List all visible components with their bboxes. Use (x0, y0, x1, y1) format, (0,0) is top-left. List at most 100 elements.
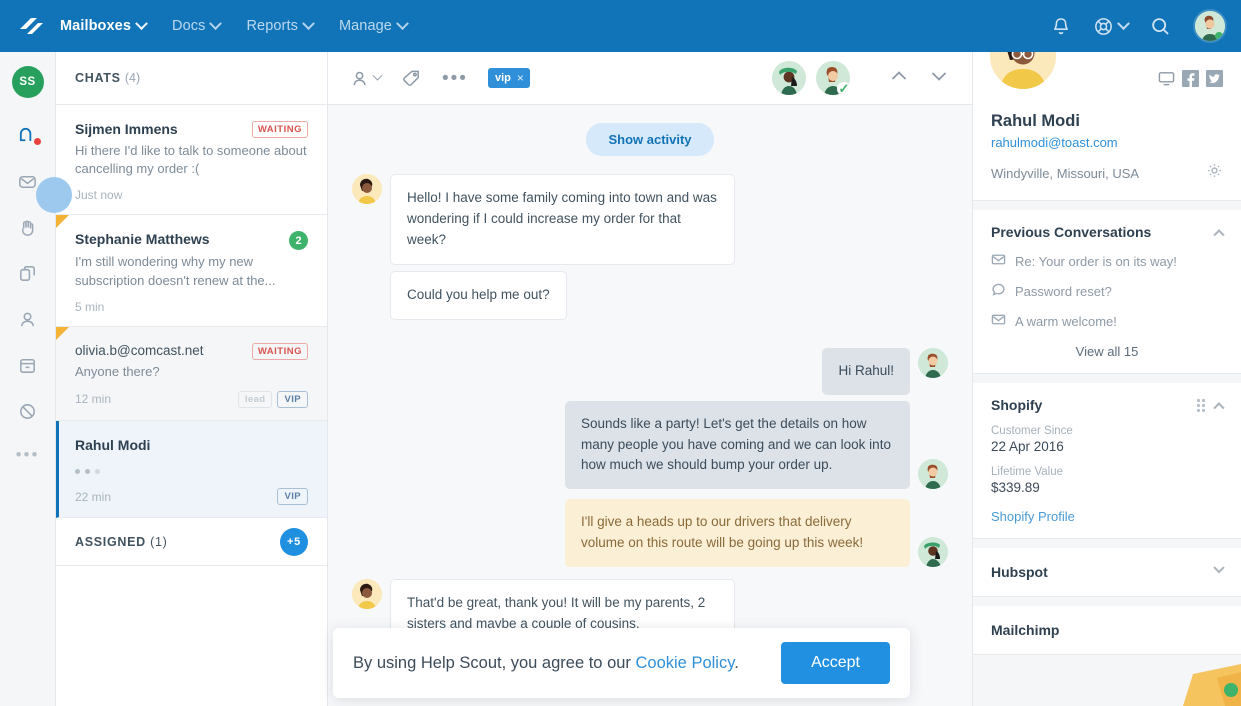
assignee-avatars: ✓ (772, 61, 850, 95)
tag-vip[interactable]: VIP (277, 390, 308, 408)
app-body: SS ••• CHATS (4) Sijmen Immens WAITING H… (0, 52, 1241, 706)
previous-conversations-header[interactable]: Previous Conversations (991, 224, 1225, 241)
list-item-top-row: olivia.b@comcast.net WAITING (75, 342, 308, 360)
previous-conversation-item[interactable]: Re: Your order is on its way! (991, 252, 1223, 270)
search-icon[interactable] (1150, 16, 1171, 37)
message-row: Sounds like a party! Let's get the detai… (352, 400, 948, 490)
top-navigation-bar: Mailboxes Docs Reports Manage (0, 0, 1241, 52)
conversation-list: CHATS (4) Sijmen Immens WAITING Hi there… (56, 52, 328, 706)
list-item[interactable]: olivia.b@comcast.net WAITING Anyone ther… (56, 326, 327, 421)
field-value: 22 Apr 2016 (991, 439, 1064, 454)
list-item-name: olivia.b@comcast.net (75, 342, 204, 358)
mine-hand-icon[interactable] (11, 212, 45, 242)
list-item-name: Rahul Modi (75, 436, 151, 453)
page-title: Rahul Modi (991, 112, 1080, 130)
field-label: Customer Since (991, 425, 1073, 437)
list-item-bottom-row: 5 min (75, 300, 308, 314)
conversation-nav (888, 65, 950, 92)
chevron-down-icon (209, 16, 223, 30)
app-root: Mailboxes Docs Reports Manage SS ••• CHA… (0, 0, 1241, 706)
customer-email-link[interactable]: rahulmodi@toast.com (991, 135, 1223, 150)
tag-vip[interactable]: VIP (277, 488, 308, 506)
agent-avatar-1[interactable] (772, 61, 806, 95)
assign-person-icon[interactable] (350, 68, 383, 89)
list-item-active[interactable]: Rahul Modi 22 min VIP (56, 420, 327, 519)
facebook-icon[interactable] (1182, 70, 1199, 92)
message-bubble: Hello! I have some family coming into to… (390, 174, 735, 265)
typing-indicator (75, 463, 308, 479)
nav-item-mailboxes[interactable]: Mailboxes (60, 16, 148, 34)
close-icon[interactable]: × (517, 71, 524, 85)
helpscout-logo-icon[interactable] (10, 15, 52, 37)
chevron-down-icon[interactable] (1213, 562, 1225, 574)
drafts-copy-icon[interactable] (11, 258, 45, 288)
lifebuoy-icon[interactable] (1093, 16, 1130, 37)
mailchimp-header[interactable]: Mailchimp (991, 622, 1223, 638)
tag-chip-vip[interactable]: vip × (487, 68, 530, 88)
overflow-count-badge[interactable]: +5 (280, 527, 308, 556)
chat-monitor-icon[interactable] (1158, 70, 1175, 92)
accept-button[interactable]: Accept (781, 642, 890, 684)
more-options-icon[interactable]: ••• (16, 446, 40, 463)
hubspot-header[interactable]: Hubspot (991, 562, 1225, 580)
message-thread: Show activity Hello! I have some family … (328, 105, 972, 706)
shopify-header[interactable]: Shopify (991, 397, 1225, 414)
workspace-avatar[interactable]: SS (11, 66, 44, 98)
customer-avatar (352, 579, 382, 610)
message-row: Hello! I have some family coming into to… (352, 174, 948, 265)
view-all-link[interactable]: View all 15 (991, 344, 1223, 359)
chevron-down-icon (1117, 16, 1130, 30)
tag-icon[interactable] (401, 68, 422, 89)
conversation-toolbar: ••• vip × ✓ (328, 52, 972, 105)
chats-icon[interactable] (11, 120, 45, 150)
shopify-profile-link[interactable]: Shopify Profile (991, 509, 1223, 524)
section-title: Hubspot (991, 564, 1048, 580)
closed-archive-icon[interactable] (11, 350, 45, 380)
flag-corner-marker (56, 326, 69, 340)
list-item-time: Just now (75, 188, 123, 203)
drag-handle-icon[interactable] (1197, 398, 1205, 412)
mailchimp-section: Mailchimp (973, 606, 1241, 655)
nav-item-docs[interactable]: Docs (172, 16, 223, 34)
chevron-up-icon[interactable] (1213, 402, 1225, 414)
twitter-icon[interactable] (1206, 70, 1223, 92)
agent-avatar-2 (918, 459, 948, 490)
list-item[interactable]: Sijmen Immens WAITING Hi there I'd like … (56, 105, 327, 216)
nav-item-reports[interactable]: Reports (246, 16, 315, 34)
previous-conversation-label: Password reset? (1015, 283, 1112, 299)
conversation-panel: ••• vip × ✓ Show activity Hello! I have … (328, 52, 972, 706)
user-avatar[interactable] (1193, 9, 1227, 43)
previous-conversation-item[interactable]: Password reset? (991, 282, 1223, 300)
note-bubble: I'll give a heads up to our drivers that… (565, 499, 910, 568)
floating-chat-bubble[interactable] (36, 177, 72, 213)
agent-avatar-2[interactable]: ✓ (816, 61, 850, 95)
chevron-up-icon[interactable] (1213, 229, 1225, 241)
nav-item-manage[interactable]: Manage (339, 16, 409, 34)
cookie-policy-link[interactable]: Cookie Policy (636, 654, 735, 672)
customer-avatar (352, 174, 382, 204)
spam-blocked-icon[interactable] (11, 396, 45, 426)
shopify-section: Shopify Customer Since 22 Apr 2016 Lifet… (973, 383, 1241, 539)
tag-lead[interactable]: lead (237, 390, 273, 408)
more-actions-icon[interactable]: ••• (442, 69, 468, 88)
assigned-section-header[interactable]: ASSIGNED (1) +5 (56, 518, 327, 567)
previous-conversation-item[interactable]: A warm welcome! (991, 312, 1223, 330)
chats-count: (4) (124, 71, 141, 85)
cookie-text-after: . (734, 653, 739, 672)
bell-icon[interactable] (1051, 16, 1071, 37)
assigned-person-icon[interactable] (11, 304, 45, 334)
hubspot-section: Hubspot (973, 548, 1241, 597)
customer-location: Windyville, Missouri, USA (991, 165, 1140, 181)
list-item-name: Sijmen Immens (75, 121, 178, 137)
decorative-illustration (1121, 660, 1241, 706)
list-item[interactable]: Stephanie Matthews 2 I'm still wondering… (56, 215, 327, 327)
assigned-check-icon: ✓ (837, 81, 850, 95)
show-activity-button[interactable]: Show activity (586, 123, 714, 156)
gear-icon[interactable] (1206, 162, 1223, 184)
chevron-up-icon[interactable] (888, 65, 910, 92)
chevron-down-icon[interactable] (928, 65, 950, 92)
nav-label-docs: Docs (172, 18, 206, 34)
agent-avatar-2 (918, 347, 948, 378)
list-item-preview: Hi there I'd like to talk to someone abo… (75, 142, 307, 177)
status-badge: WAITING (251, 342, 308, 360)
